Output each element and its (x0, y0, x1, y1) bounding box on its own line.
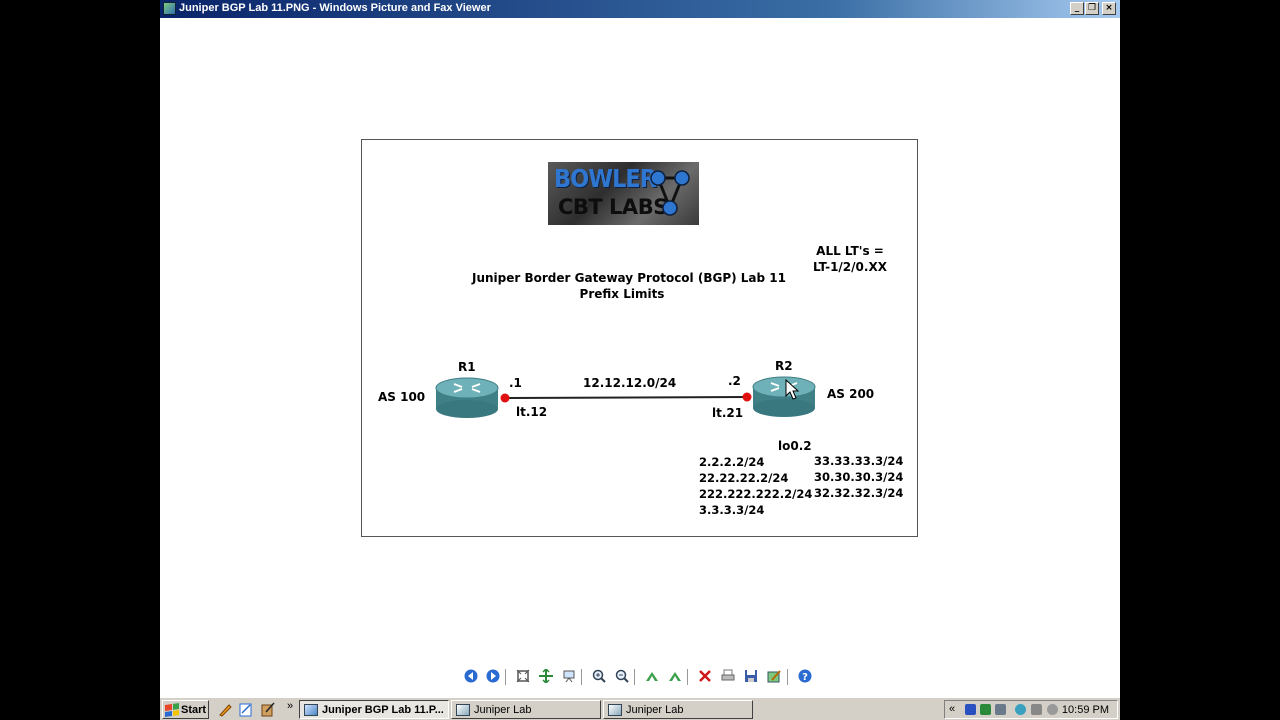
next-image-icon[interactable] (485, 668, 501, 684)
prefix-left-1: 2.2.2.2/24 (699, 455, 765, 469)
taskbar-item-juniper-lab-2[interactable]: Juniper Lab (603, 700, 753, 719)
screen: Juniper BGP Lab 11.PNG - Windows Picture… (160, 0, 1120, 720)
loopback-label: lo0.2 (778, 439, 812, 453)
start-label: Start (181, 703, 207, 716)
tray-icon-2[interactable] (980, 704, 991, 715)
tray-icon-6[interactable] (1047, 704, 1058, 715)
r1-as-label: AS 100 (378, 390, 426, 404)
picture-viewer-icon (304, 703, 318, 716)
r1-interface-dot (500, 393, 510, 403)
taskbar-item-label: Juniper BGP Lab 11.P... (322, 703, 444, 716)
r1-label: R1 (458, 360, 476, 374)
displayed-image: BOWLER CBT LABS Juniper Border Gateway P… (361, 139, 918, 537)
clock[interactable]: 10:59 PM (1062, 704, 1109, 716)
taskbar-item-label: Juniper Lab (474, 703, 532, 716)
best-fit-icon[interactable] (515, 668, 531, 684)
edit-icon[interactable] (766, 668, 782, 684)
r2-interface-dot (742, 392, 752, 402)
r1-ip-suffix: .1 (509, 376, 522, 390)
window-titlebar[interactable]: Juniper BGP Lab 11.PNG - Windows Picture… (160, 0, 1120, 18)
network-icon[interactable] (1015, 704, 1026, 715)
r1-interface-label: lt.12 (516, 405, 548, 419)
quick-launch-icon-2[interactable] (238, 702, 254, 718)
router-r2-icon (752, 376, 816, 417)
tray-icon-5[interactable] (1031, 704, 1042, 715)
zoom-out-icon[interactable] (614, 668, 630, 684)
taskbar-item-juniper-lab-1[interactable]: Juniper Lab (451, 700, 601, 719)
prefix-right-1: 33.33.33.3/24 (814, 454, 904, 468)
remote-desktop-icon (608, 703, 622, 716)
r2-ip-suffix: .2 (728, 374, 741, 388)
help-icon[interactable]: ? (797, 668, 813, 684)
rotate-counterclockwise-icon[interactable] (667, 668, 683, 684)
taskbar-item-label: Juniper Lab (626, 703, 684, 716)
taskbar-item-picture-viewer[interactable]: Juniper BGP Lab 11.P... (299, 700, 449, 719)
system-tray: « 10:59 PM (944, 700, 1118, 719)
prefix-left-4: 3.3.3.3/24 (699, 503, 765, 517)
tray-icon-1[interactable] (965, 704, 976, 715)
maximize-button[interactable]: ❐ (1085, 2, 1099, 15)
quick-launch-more[interactable]: » (287, 700, 293, 712)
tray-icon-3[interactable] (995, 704, 1006, 715)
router-r1-icon (435, 377, 499, 418)
svg-text:?: ? (802, 672, 808, 683)
remote-desktop-icon (456, 703, 470, 716)
close-button[interactable]: × (1102, 2, 1116, 15)
prefix-left-3: 222.222.222.2/24 (699, 487, 813, 501)
picture-viewer-icon (163, 2, 176, 15)
save-icon[interactable] (743, 668, 759, 684)
actual-size-icon[interactable] (538, 668, 554, 684)
taskbar: Start » Juniper BGP Lab 11.P... Juniper … (160, 697, 1120, 720)
minimize-button[interactable]: _ (1070, 2, 1084, 15)
delete-icon[interactable] (697, 668, 713, 684)
slideshow-icon[interactable] (561, 668, 577, 684)
r2-as-label: AS 200 (827, 387, 875, 401)
prefix-left-2: 22.22.22.2/24 (699, 471, 789, 485)
prefix-right-3: 32.32.32.3/24 (814, 486, 904, 500)
quick-launch-icon-3[interactable] (260, 702, 276, 718)
start-button[interactable]: Start (162, 700, 209, 719)
prefix-right-2: 30.30.30.3/24 (814, 470, 904, 484)
previous-image-icon[interactable] (463, 668, 479, 684)
window-title: Juniper BGP Lab 11.PNG - Windows Picture… (179, 2, 491, 14)
zoom-in-icon[interactable] (591, 668, 607, 684)
quick-launch-icon-1[interactable] (217, 702, 233, 718)
r2-interface-label: lt.21 (712, 406, 744, 420)
print-icon[interactable] (720, 668, 736, 684)
rotate-clockwise-icon[interactable] (644, 668, 660, 684)
r2-label: R2 (775, 359, 793, 373)
r1-r2-link (504, 396, 748, 399)
link-network-label: 12.12.12.0/24 (583, 376, 677, 390)
windows-flag-icon (165, 702, 179, 717)
tray-expand-button[interactable]: « (949, 703, 955, 715)
